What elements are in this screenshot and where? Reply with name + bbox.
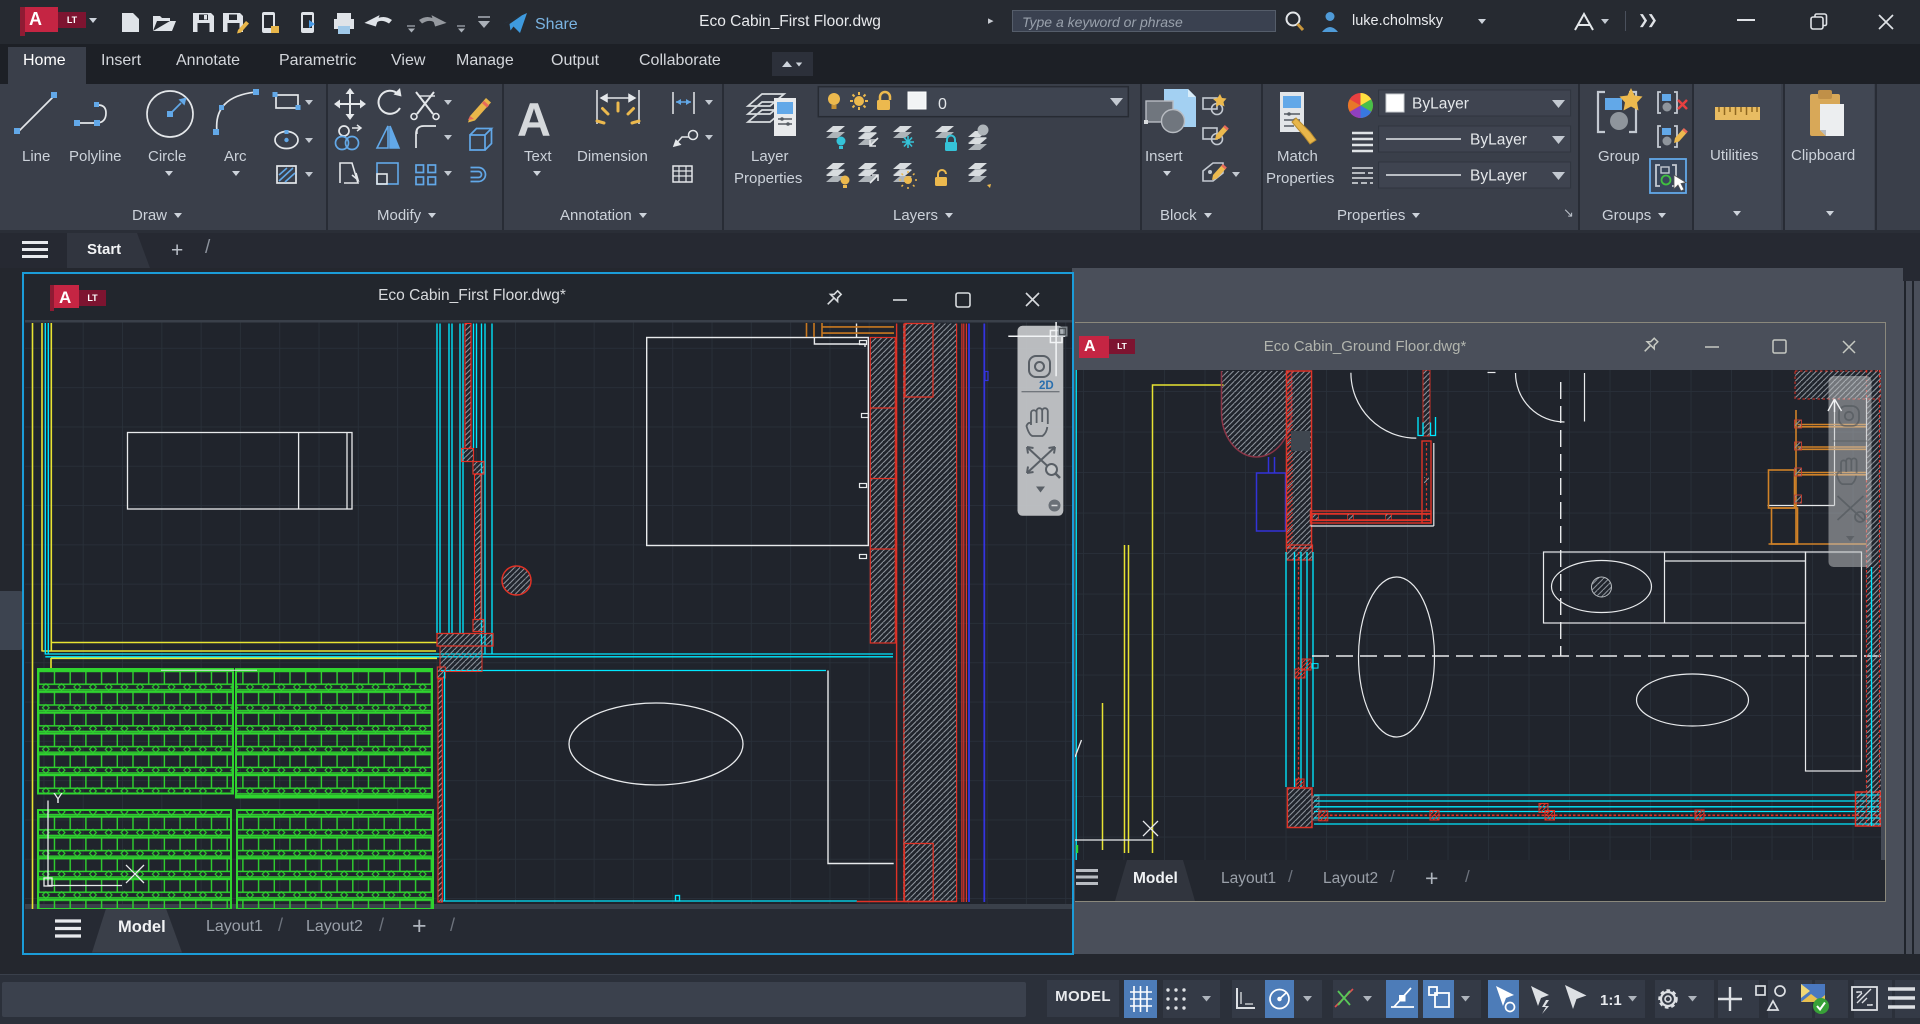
- svg-text:1:1: 1:1: [1600, 992, 1622, 1009]
- svg-text:0: 0: [938, 96, 947, 113]
- svg-text:A: A: [517, 93, 551, 146]
- svg-text:ByLayer: ByLayer: [1412, 96, 1469, 113]
- svg-text:2D: 2D: [1039, 380, 1054, 392]
- svg-text:Y: Y: [53, 790, 63, 807]
- svg-text:ByLayer: ByLayer: [1470, 168, 1527, 185]
- svg-text:ByLayer: ByLayer: [1470, 132, 1527, 149]
